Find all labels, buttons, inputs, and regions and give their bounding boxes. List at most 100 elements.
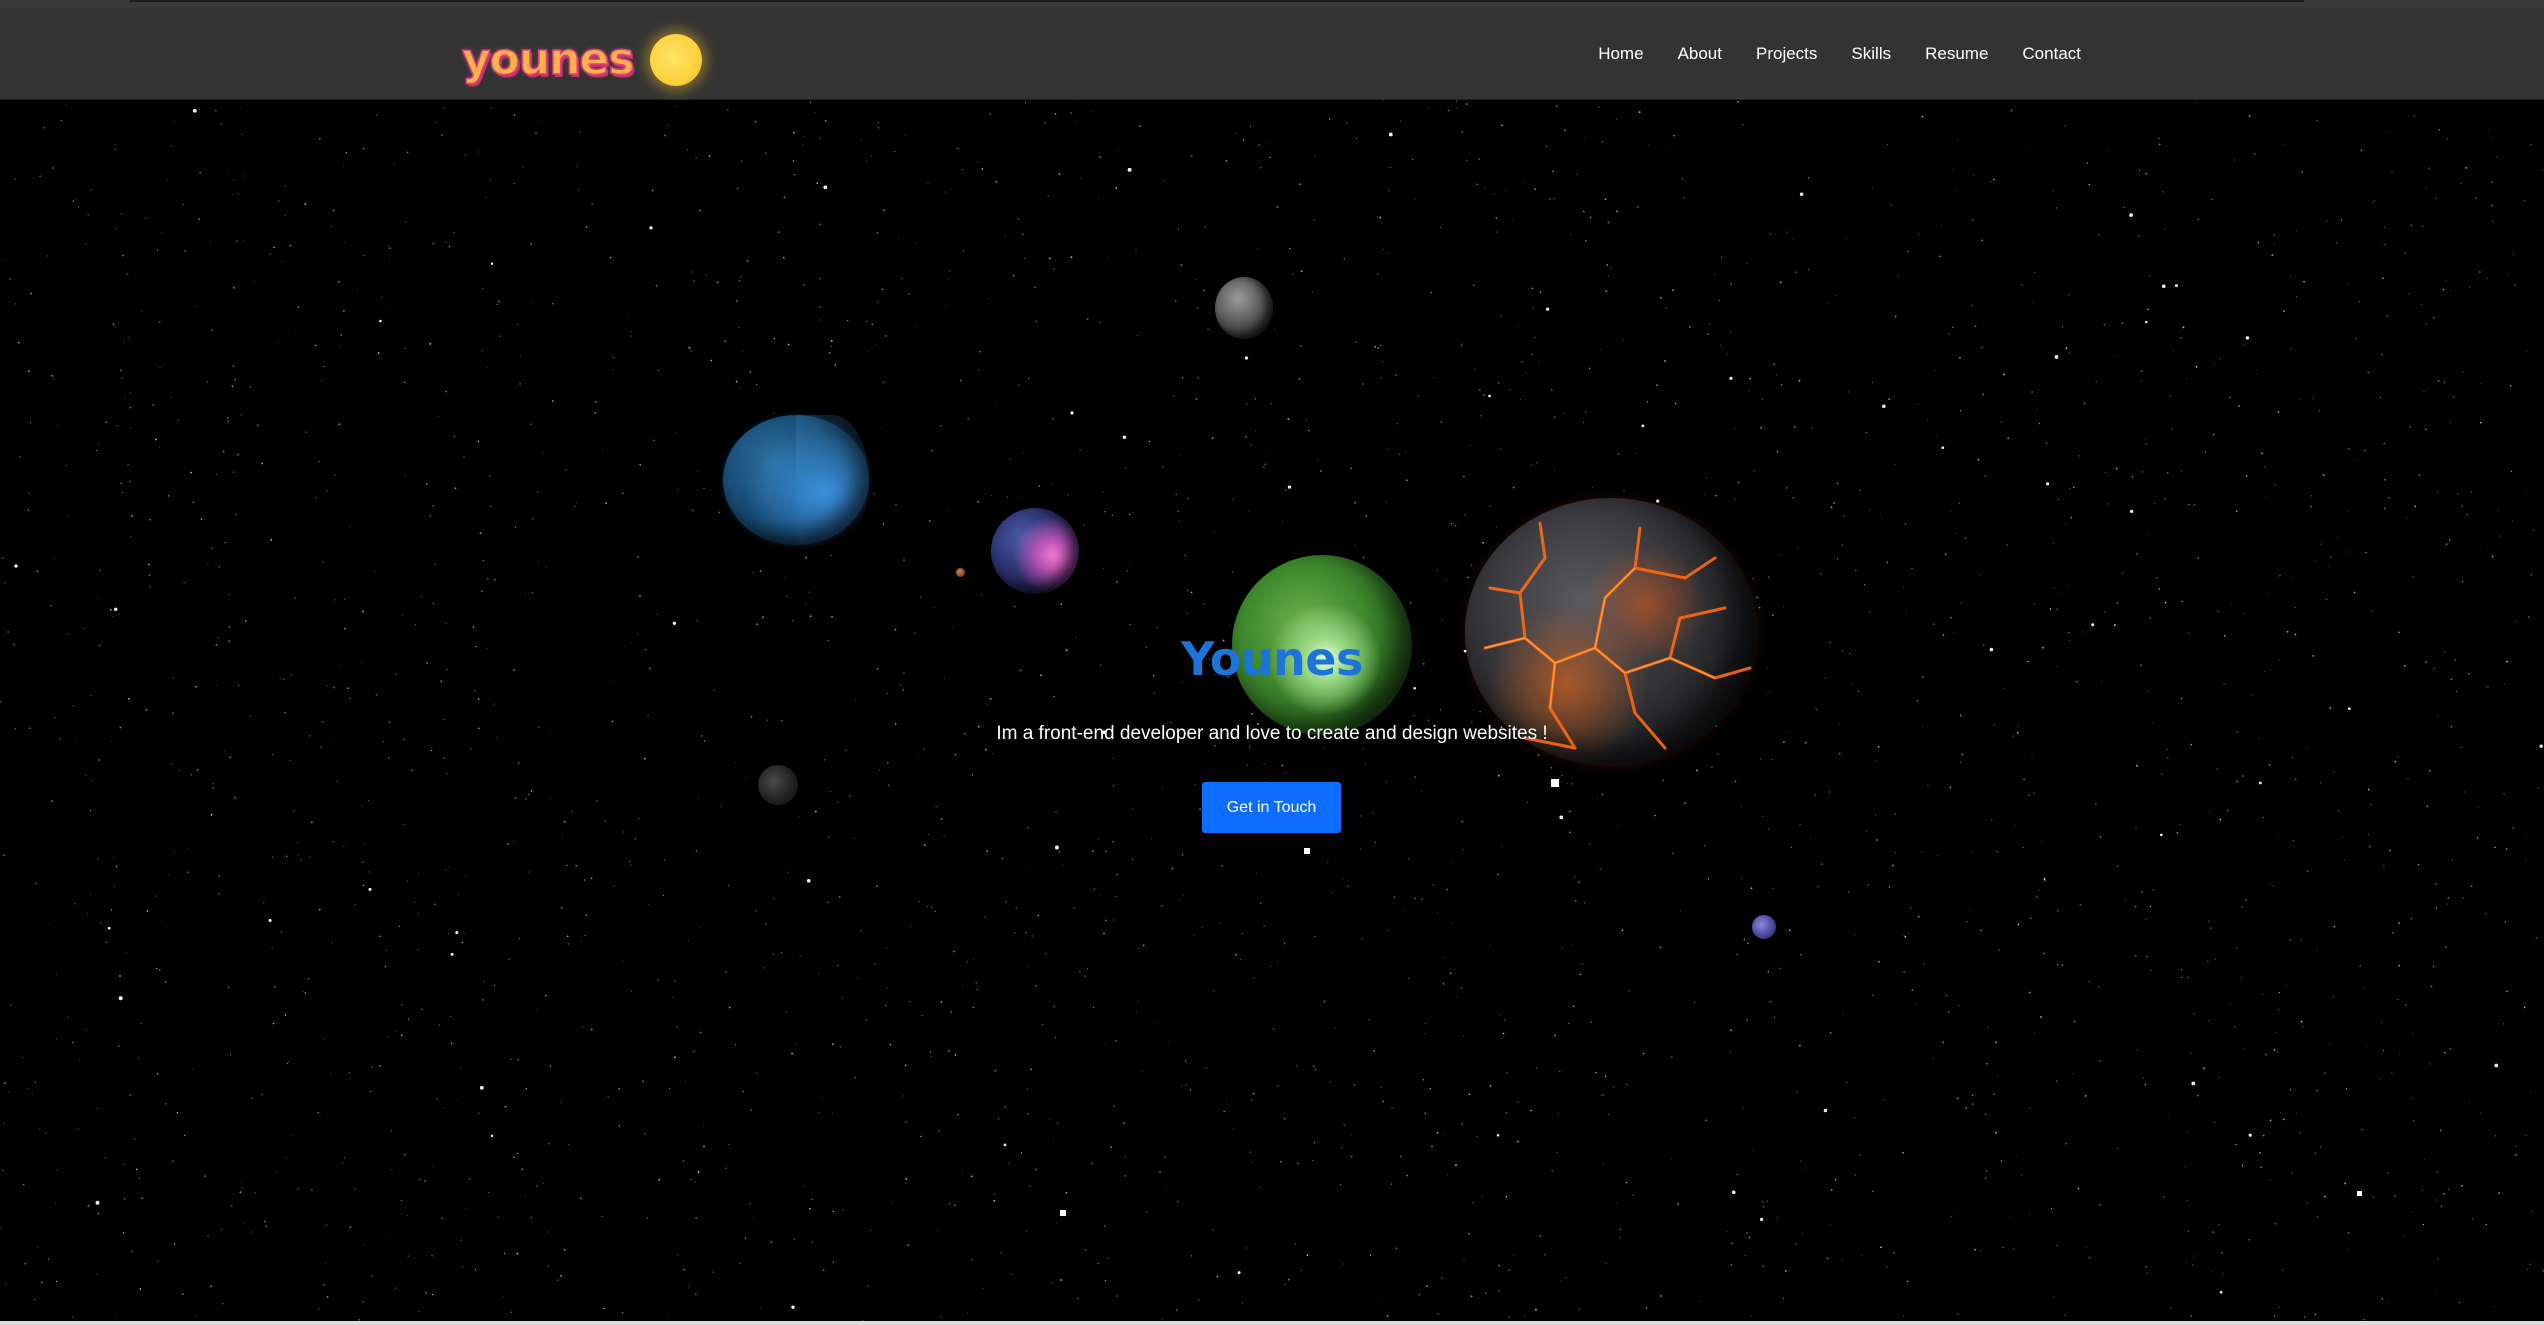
star: [966, 1312, 968, 1314]
star: [1971, 851, 1973, 853]
star: [575, 865, 577, 867]
star: [0, 1227, 1, 1229]
star: [1696, 769, 1698, 772]
star: [1455, 1164, 1457, 1166]
star: [1162, 788, 1164, 789]
nav-link-skills[interactable]: Skills: [1851, 44, 1891, 64]
star: [970, 1175, 973, 1178]
star: [368, 871, 370, 873]
star: [1843, 515, 1845, 518]
star: [626, 315, 628, 317]
star: [176, 1111, 179, 1114]
star: [973, 959, 974, 961]
star: [1166, 1186, 1167, 1188]
star: [296, 841, 298, 844]
star: [1763, 1205, 1765, 1207]
star: [2296, 230, 2298, 232]
star: [2208, 1020, 2210, 1022]
star: [446, 772, 448, 775]
star: [1296, 1065, 1298, 1067]
star: [1242, 1302, 1244, 1304]
star: [371, 1275, 373, 1277]
star: [2039, 889, 2041, 892]
star: [1872, 994, 1874, 997]
star: [1054, 845, 1059, 850]
star: [198, 218, 200, 221]
star: [1959, 714, 1962, 717]
star: [903, 1095, 905, 1097]
star: [2488, 128, 2490, 131]
star: [2056, 910, 2059, 912]
star: [2259, 1152, 2261, 1154]
star: [695, 1216, 697, 1219]
star: [325, 1262, 327, 1264]
get-in-touch-button[interactable]: Get in Touch: [1202, 782, 1341, 833]
star: [1769, 690, 1771, 693]
purple-small-planet: [1752, 915, 1776, 939]
star: [648, 904, 650, 906]
brand-logo[interactable]: younes: [461, 34, 702, 86]
star: [1617, 453, 1620, 455]
nav-link-about[interactable]: About: [1678, 44, 1722, 64]
nav-link-home[interactable]: Home: [1598, 44, 1643, 64]
star: [2423, 391, 2425, 393]
star: [2299, 399, 2301, 401]
star: [933, 607, 935, 609]
star: [364, 843, 366, 845]
star: [2131, 476, 2134, 478]
star: [1689, 326, 1691, 328]
star: [647, 714, 649, 716]
star: [98, 442, 100, 444]
star: [2273, 234, 2275, 236]
star: [957, 1113, 959, 1116]
star: [2361, 1128, 2363, 1131]
star: [1232, 498, 1234, 501]
star: [53, 559, 55, 561]
star: [1550, 389, 1553, 391]
star: [1559, 815, 1564, 820]
star: [1028, 868, 1030, 870]
star: [943, 835, 945, 837]
star: [72, 200, 74, 202]
star: [2190, 743, 2193, 746]
star: [637, 633, 639, 635]
star: [1396, 423, 1398, 425]
star: [712, 1271, 714, 1274]
star: [560, 1274, 562, 1277]
star: [1576, 173, 1578, 175]
star: [873, 493, 875, 495]
star: [1437, 912, 1439, 914]
star: [1051, 1282, 1053, 1284]
nav-link-resume[interactable]: Resume: [1925, 44, 1988, 64]
star: [2123, 206, 2125, 209]
star: [536, 1009, 538, 1011]
star: [2306, 870, 2309, 872]
star: [2404, 252, 2406, 254]
star: [340, 334, 342, 336]
star: [388, 721, 391, 724]
star: [2497, 509, 2499, 511]
star: [2527, 616, 2530, 618]
star: [956, 147, 959, 150]
nav-link-contact[interactable]: Contact: [2022, 44, 2081, 64]
star: [724, 340, 726, 343]
star: [167, 874, 169, 876]
star: [745, 777, 747, 779]
star: [607, 1095, 609, 1098]
star: [114, 148, 117, 150]
star: [1193, 935, 1195, 937]
star: [683, 1268, 685, 1271]
star: [1442, 983, 1445, 985]
star: [2461, 1184, 2463, 1187]
star: [877, 121, 879, 124]
star: [1531, 353, 1533, 356]
star: [183, 581, 185, 584]
nav-link-projects[interactable]: Projects: [1756, 44, 1817, 64]
star: [985, 748, 987, 751]
star: [878, 127, 880, 129]
star: [2316, 120, 2318, 122]
star: [829, 791, 831, 792]
star: [481, 998, 484, 1001]
star: [1251, 712, 1253, 715]
star: [1589, 216, 1592, 219]
